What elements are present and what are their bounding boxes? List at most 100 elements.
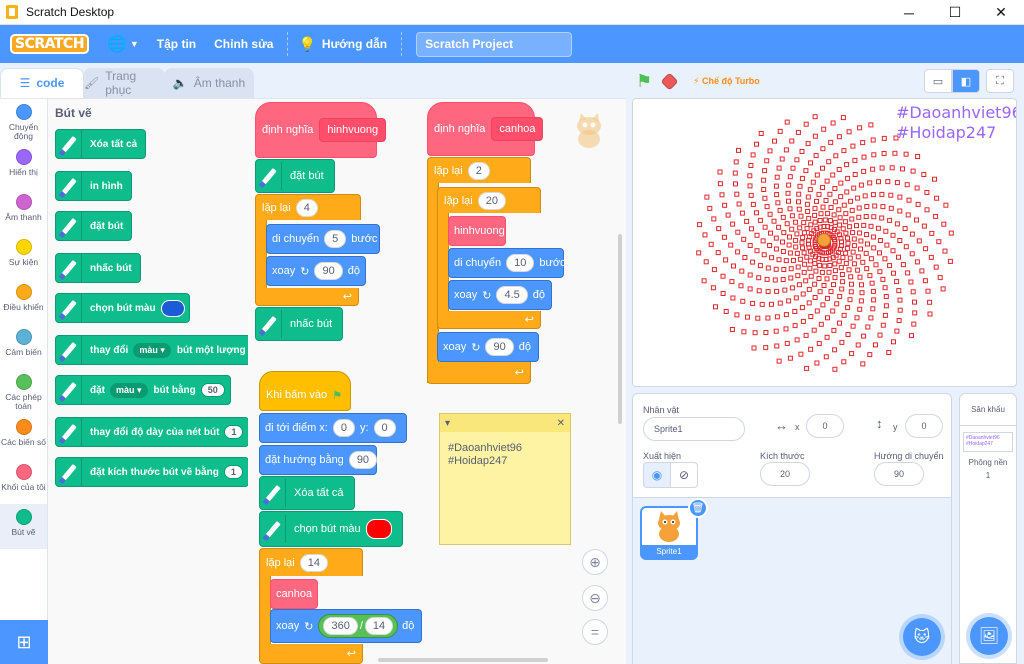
horizontal-scrollbar[interactable] bbox=[378, 658, 548, 662]
show-sprite-button[interactable]: ◉ bbox=[643, 462, 671, 488]
param-dropdown[interactable]: màu ▾ bbox=[110, 382, 148, 398]
large-stage-button[interactable]: ◧ bbox=[952, 69, 980, 93]
tutorials-button[interactable]: 💡 Hướng dẫn bbox=[298, 36, 387, 53]
category-5[interactable]: Cảm biến bbox=[0, 324, 47, 369]
palette-block-clear[interactable]: Xóa tất cả bbox=[55, 129, 147, 159]
move-5-block[interactable]: di chuyển 5 bước bbox=[266, 224, 380, 254]
palette-block-set-pen-color[interactable]: chọn bút màu bbox=[55, 293, 190, 323]
repeat-14-block[interactable]: lặp lại 14 bbox=[259, 548, 363, 576]
scratch-logo[interactable]: SCRATCH bbox=[10, 34, 89, 54]
color-swatch[interactable] bbox=[365, 519, 392, 539]
color-swatch[interactable] bbox=[160, 299, 185, 317]
direction-input[interactable]: 90 bbox=[874, 462, 924, 486]
repeat-4-block[interactable]: lặp lại 4 bbox=[255, 194, 361, 220]
palette-block-change-pen-param[interactable]: thay đổi màu ▾ bút một lượng 10 bbox=[55, 335, 248, 365]
number-input[interactable]: 20 bbox=[477, 191, 506, 210]
palette-block-pen-down[interactable]: đặt bút bbox=[55, 211, 133, 241]
comment-header[interactable]: ▾ ✕ bbox=[440, 414, 570, 432]
turn-90b-block[interactable]: xoay ↻ 90 độ bbox=[437, 332, 539, 362]
turn-90-block[interactable]: xoay ↻ 90 độ bbox=[266, 256, 366, 286]
point-direction-block[interactable]: đặt hướng bằng 90 bbox=[259, 445, 378, 475]
when-flag-clicked-block[interactable]: Khi bấm vào ⚑ bbox=[259, 371, 351, 411]
category-0[interactable]: Chuyển động bbox=[0, 99, 47, 144]
tab-sounds[interactable]: 🔈 Âm thanh bbox=[164, 68, 254, 98]
close-icon[interactable]: ✕ bbox=[557, 418, 565, 429]
file-menu[interactable]: Tập tin bbox=[157, 37, 196, 51]
zoom-reset-button[interactable]: = bbox=[582, 619, 608, 645]
sprite-on-stage[interactable] bbox=[817, 233, 831, 247]
fullscreen-button[interactable]: ⛶ bbox=[986, 69, 1014, 93]
hide-sprite-button[interactable]: ⊘ bbox=[670, 462, 698, 488]
turn-divide-block[interactable]: xoay ↻ 360 / 14 độ bbox=[270, 609, 422, 643]
category-8[interactable]: Khối của tôi bbox=[0, 459, 47, 504]
category-9[interactable]: Bút vẽ bbox=[0, 504, 47, 549]
stage-canvas[interactable]: #Daoanhviet96 #Hoidap247 bbox=[632, 98, 1017, 387]
tab-code[interactable]: ☰ code bbox=[0, 68, 84, 98]
small-stage-button[interactable]: ▭ bbox=[924, 69, 952, 93]
size-input[interactable]: 20 bbox=[760, 462, 810, 486]
number-input[interactable]: 0 bbox=[332, 419, 355, 437]
number-input[interactable]: 0 bbox=[373, 419, 396, 437]
tab-costumes[interactable]: 🖌 Trang phục bbox=[83, 68, 165, 98]
minimize-button[interactable]: ─ bbox=[886, 0, 932, 25]
number-input[interactable]: 1 bbox=[223, 465, 243, 479]
sprite-thumbnail[interactable]: Sprite1 🗑 bbox=[640, 498, 708, 560]
category-1[interactable]: Hiển thị bbox=[0, 144, 47, 189]
y-position-input[interactable]: 0 bbox=[905, 414, 943, 438]
palette-block-set-pen-size[interactable]: đặt kích thước bút vẽ bằng 1 bbox=[55, 457, 248, 487]
collapse-icon[interactable]: ▾ bbox=[445, 418, 450, 429]
call-hinhvuong-block[interactable]: hinhvuong bbox=[448, 216, 506, 246]
number-input[interactable]: 10 bbox=[506, 254, 535, 272]
number-input[interactable]: 2 bbox=[467, 161, 490, 180]
x-position-input[interactable]: 0 bbox=[806, 414, 844, 438]
stop-button[interactable] bbox=[660, 71, 679, 91]
repeat-2-block[interactable]: lặp lại 2 bbox=[427, 157, 531, 183]
comment-text[interactable]: #Daoanhviet96 #Hoidap247 bbox=[440, 432, 570, 478]
category-3[interactable]: Sự kiện bbox=[0, 234, 47, 279]
category-7[interactable]: Các biến số bbox=[0, 414, 47, 459]
language-menu[interactable]: 🌐 ▼ bbox=[107, 34, 139, 54]
zoom-in-button[interactable]: ⊕ bbox=[582, 549, 608, 575]
choose-sprite-button[interactable]: 🐱 bbox=[903, 618, 941, 656]
category-2[interactable]: Âm thanh bbox=[0, 189, 47, 234]
set-pen-color-block[interactable]: chọn bút màu bbox=[259, 511, 403, 547]
number-input[interactable]: 360 bbox=[323, 617, 358, 635]
stage-thumbnail[interactable]: #Daoanhviet96 #Hoidap247 bbox=[963, 432, 1013, 452]
number-input[interactable]: 14 bbox=[299, 553, 328, 572]
number-input[interactable]: 90 bbox=[348, 451, 378, 469]
comment-note[interactable]: ▾ ✕ #Daoanhviet96 #Hoidap247 bbox=[439, 413, 571, 545]
goto-xy-block[interactable]: đi tới điểm x: 0 y: 0 bbox=[259, 413, 407, 443]
param-dropdown[interactable]: màu ▾ bbox=[133, 342, 171, 358]
number-input[interactable]: 90 bbox=[485, 338, 514, 356]
number-input[interactable]: 5 bbox=[324, 230, 347, 248]
palette-block-stamp[interactable]: in hình bbox=[55, 171, 132, 201]
zoom-out-button[interactable]: ⊖ bbox=[582, 585, 608, 611]
palette-block-set-pen-param[interactable]: đặt màu ▾ bút bằng 50 bbox=[55, 375, 231, 405]
number-input[interactable]: 14 bbox=[364, 617, 394, 635]
number-input[interactable]: 4 bbox=[295, 198, 318, 217]
number-input[interactable]: 4.5 bbox=[496, 286, 528, 304]
pen-up-block[interactable]: nhấc bút bbox=[255, 307, 343, 341]
pen-down-block[interactable]: đặt bút bbox=[255, 159, 335, 193]
clear-block[interactable]: Xóa tất cả bbox=[259, 476, 355, 510]
add-extension-button[interactable]: ⊞ bbox=[0, 620, 48, 664]
move-10-block[interactable]: di chuyển 10 bước bbox=[448, 248, 566, 278]
number-input[interactable]: 90 bbox=[314, 262, 343, 280]
turn-4-5-block[interactable]: xoay ↻ 4.5 độ bbox=[448, 280, 552, 310]
sprite-name-input[interactable]: Sprite1 bbox=[643, 417, 745, 441]
edit-menu[interactable]: Chỉnh sửa bbox=[214, 37, 273, 51]
maximize-button[interactable]: ☐ bbox=[932, 0, 978, 25]
vertical-scrollbar[interactable] bbox=[618, 234, 622, 424]
number-input[interactable]: 50 bbox=[200, 383, 225, 397]
repeat-20-block[interactable]: lặp lại 20 bbox=[437, 187, 541, 213]
palette-block-pen-up[interactable]: nhấc bút bbox=[55, 253, 141, 283]
delete-sprite-button[interactable]: 🗑 bbox=[688, 498, 708, 518]
project-title-input[interactable]: Scratch Project bbox=[416, 31, 573, 57]
green-flag-button[interactable]: ⚑ bbox=[636, 71, 652, 92]
category-6[interactable]: Các phép toán bbox=[0, 369, 47, 414]
close-button[interactable]: ✕ bbox=[978, 0, 1024, 25]
palette-block-change-pen-size[interactable]: thay đổi độ dày của nét bút 1 bbox=[55, 417, 248, 447]
number-input[interactable]: 1 bbox=[224, 425, 244, 439]
divide-operator-block[interactable]: 360 / 14 bbox=[318, 614, 399, 638]
define-canhoa-block[interactable]: định nghĩa canhoa bbox=[427, 102, 544, 156]
